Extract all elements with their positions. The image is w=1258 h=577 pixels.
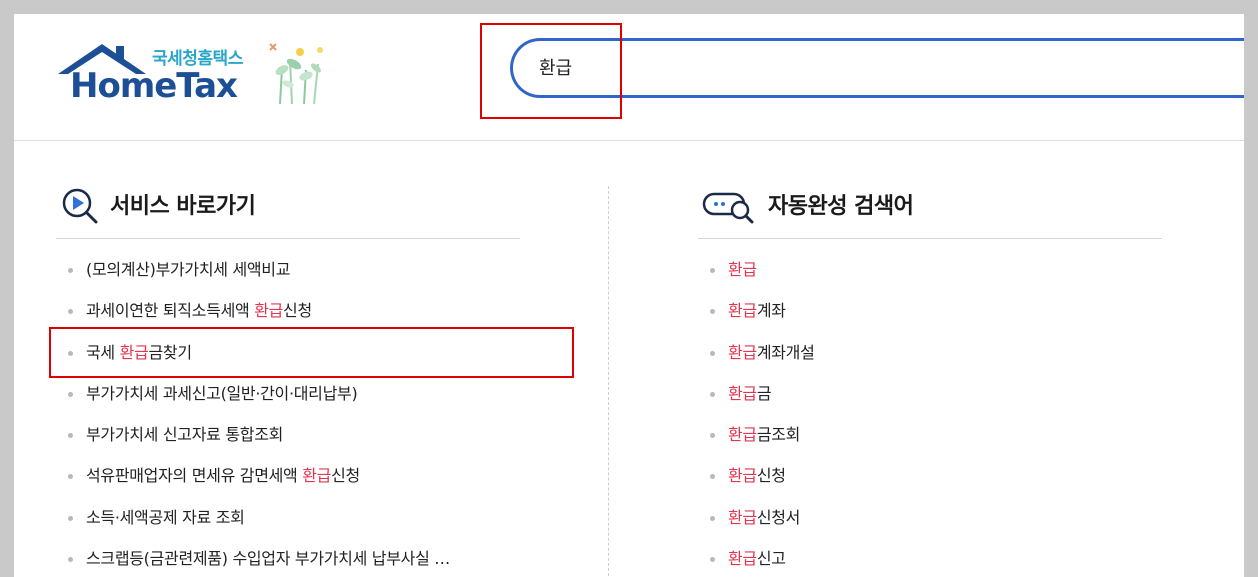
autocomplete-panel: 자동완성 검색어 환급 환급계좌 환급계좌개설 환급금 환급금조회 환급신청 환…: [698, 184, 1162, 568]
logo-english-text: HomeTax: [70, 66, 238, 106]
chat-search-icon: [702, 192, 754, 224]
refund-item-highlight-box: [49, 327, 574, 378]
autocomplete-title: 자동완성 검색어: [768, 194, 914, 219]
autocomplete-item[interactable]: 환급신청서: [698, 504, 815, 545]
hometax-window: 국세청홈택스 HomeTax 환급 서비스 바로가기 (모의계산)부가가치세 세…: [14, 14, 1244, 577]
autocomplete-item[interactable]: 환급계좌개설: [698, 339, 815, 380]
service-shortcuts-header: 서비스 바로가기: [56, 184, 520, 239]
search-highlight-box: [480, 23, 622, 119]
hometax-logo[interactable]: 국세청홈택스 HomeTax: [56, 40, 346, 110]
autocomplete-list: 환급 환급계좌 환급계좌개설 환급금 환급금조회 환급신청 환급신청서 환급신고: [698, 256, 815, 577]
plant-decoration-icon: [269, 43, 323, 105]
service-item[interactable]: 석유판매업자의 면세유 감면세액 환급신청: [56, 462, 450, 503]
service-item[interactable]: 소득·세액공제 자료 조회: [56, 504, 450, 545]
column-divider: [608, 186, 609, 577]
service-shortcuts-title: 서비스 바로가기: [110, 194, 256, 219]
autocomplete-item[interactable]: 환급금조회: [698, 421, 815, 462]
service-item[interactable]: 스크랩등(금관련제품) 수입업자 부가가치세 납부사실 …: [56, 545, 450, 577]
autocomplete-item[interactable]: 환급신고: [698, 545, 815, 577]
autocomplete-item[interactable]: 환급계좌: [698, 297, 815, 338]
autocomplete-item[interactable]: 환급신청: [698, 462, 815, 503]
service-item[interactable]: (모의계산)부가가치세 세액비교: [56, 256, 450, 297]
service-item[interactable]: 부가가치세 과세신고(일반·간이·대리납부): [56, 380, 450, 421]
search-input[interactable]: [539, 56, 1139, 77]
autocomplete-header: 자동완성 검색어: [698, 184, 1162, 239]
autocomplete-item[interactable]: 환급: [698, 256, 815, 297]
service-shortcuts-panel: 서비스 바로가기 (모의계산)부가가치세 세액비교 과세이연한 퇴직소득세액 환…: [56, 184, 520, 568]
service-list: (모의계산)부가가치세 세액비교 과세이연한 퇴직소득세액 환급신청 국세 환급…: [56, 256, 450, 577]
service-item[interactable]: 부가가치세 신고자료 통합조회: [56, 421, 450, 462]
autocomplete-item[interactable]: 환급금: [698, 380, 815, 421]
play-search-icon: [62, 188, 98, 224]
header: 국세청홈택스 HomeTax: [14, 14, 1244, 141]
